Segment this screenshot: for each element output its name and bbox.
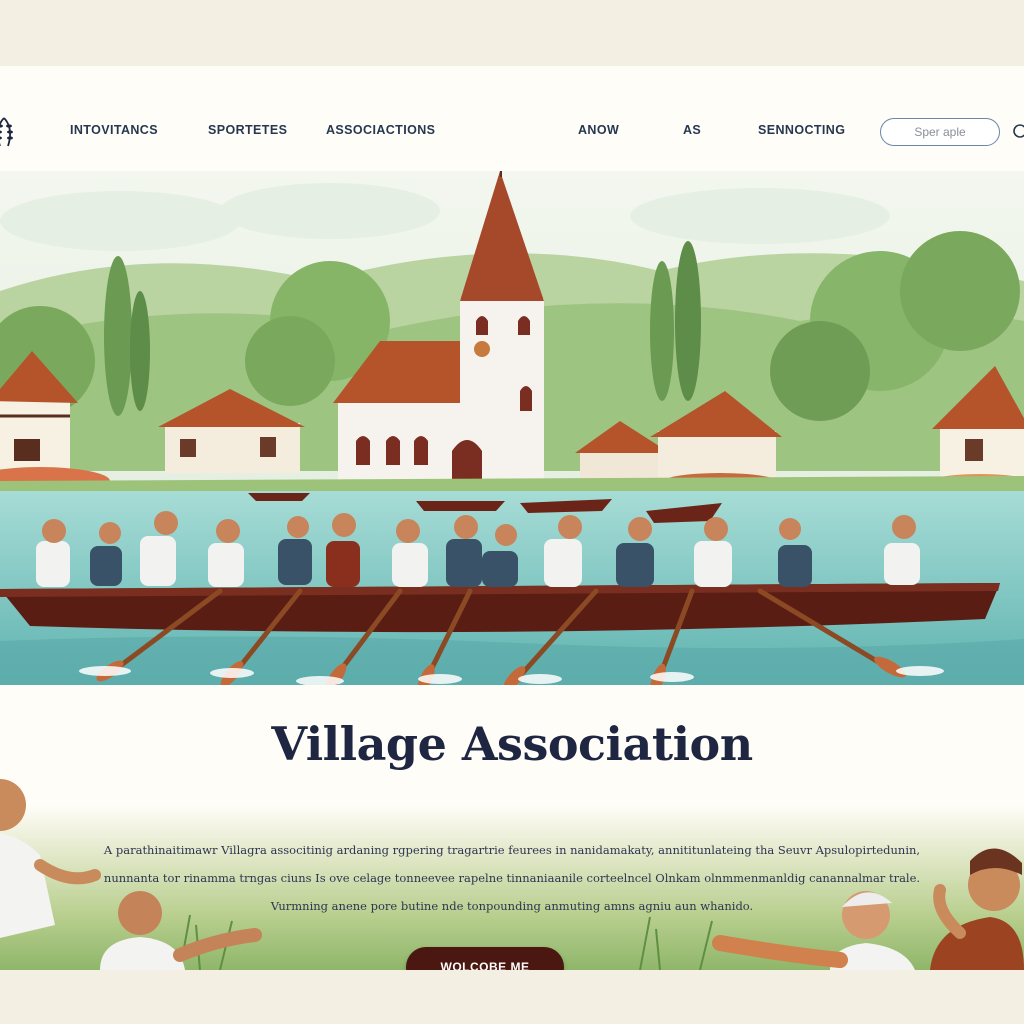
intro-text-line-3: Vurmning anene pore butine nde tonpoundi… <box>270 899 754 913</box>
page: INTOVITANCS SPORTETES ASSOCIACTIONS ANOW… <box>0 66 1024 970</box>
search-icon[interactable] <box>1012 123 1024 141</box>
nav-link-sennocting[interactable]: SENNOCTING <box>758 123 845 137</box>
nav-link-intovitancs[interactable]: INTOVITANCS <box>70 123 158 137</box>
hero-illustration <box>0 171 1024 685</box>
intro-text-line-1: A parathinaitimawr Villagra associtinig … <box>103 843 921 857</box>
welcome-button[interactable]: WOLCOBE ME <box>406 947 564 970</box>
nav-link-anow[interactable]: ANOW <box>578 123 619 137</box>
intro-section: Village Association A parathinaitimawr V… <box>0 685 1024 970</box>
search-input[interactable] <box>880 118 1000 146</box>
page-title: Village Association <box>271 717 753 771</box>
nav-link-sportetes[interactable]: SPORTETES <box>208 123 287 137</box>
laurel-logo-icon[interactable] <box>0 114 16 154</box>
nav-link-as[interactable]: AS <box>683 123 701 137</box>
intro-text-line-2: nunnanta tor rinamma trngas ciuns Is ove… <box>103 871 921 885</box>
nav-link-associactions[interactable]: ASSOCIACTIONS <box>326 123 435 137</box>
